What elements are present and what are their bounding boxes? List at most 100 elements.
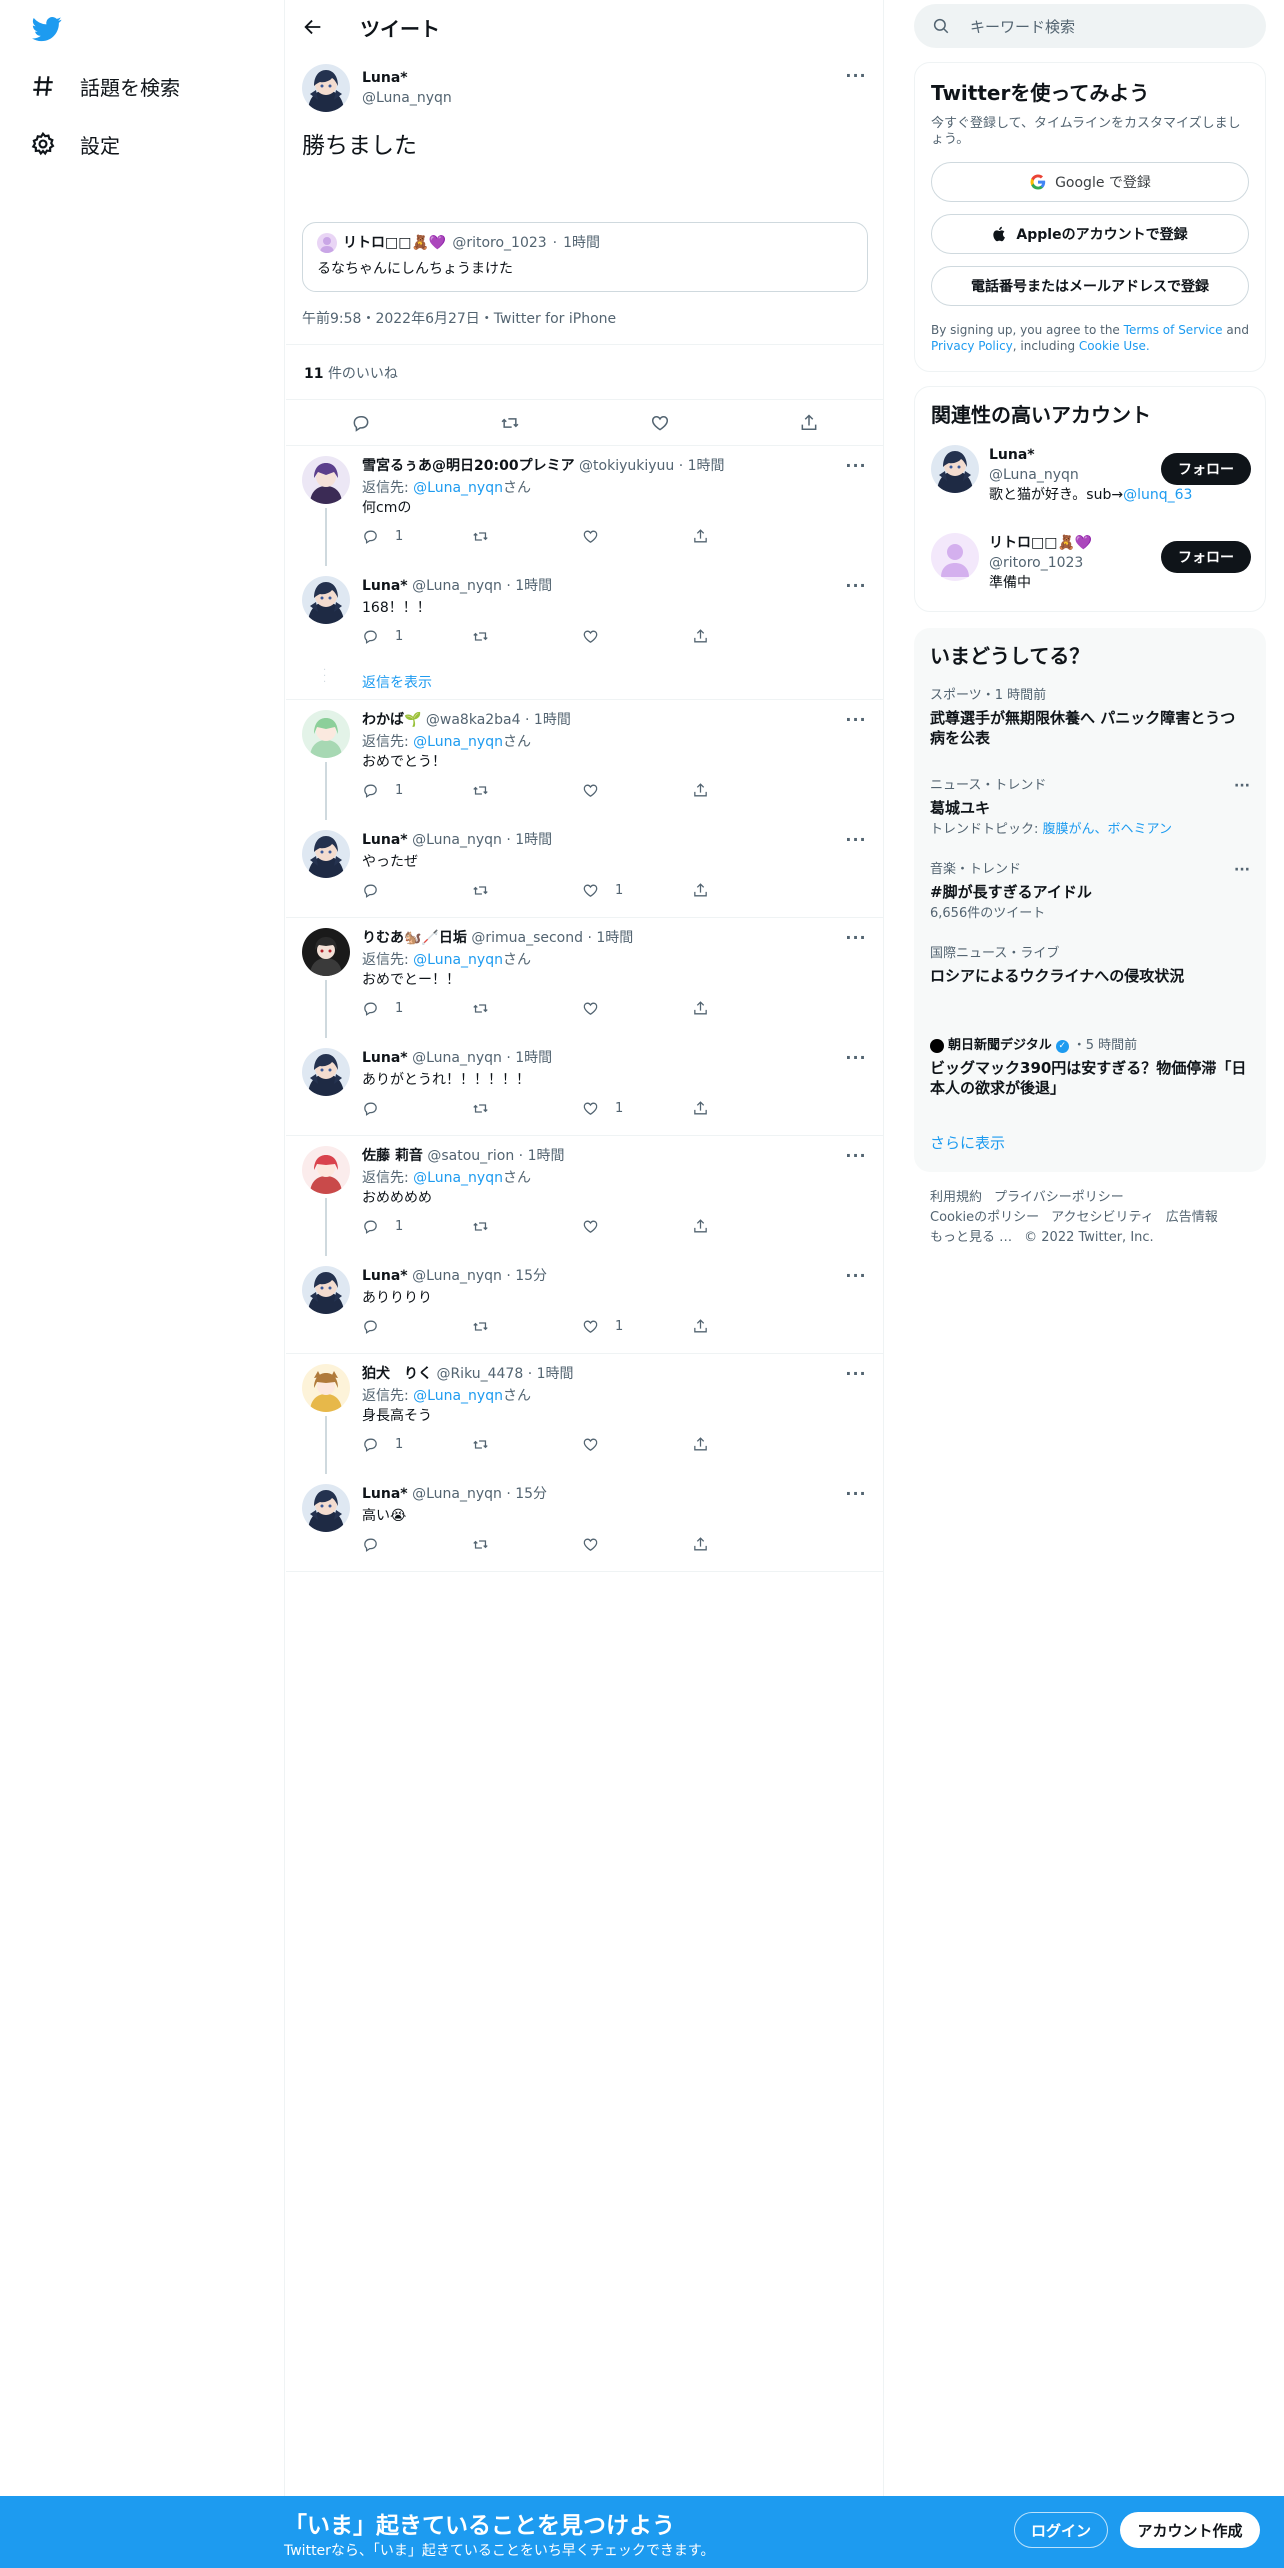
tweet-time[interactable]: 1時間 (537, 1366, 574, 1382)
retweet-button[interactable] (472, 1318, 562, 1335)
author-display-name[interactable]: 雪宮るぅあ@明日20:00プレミア (362, 458, 575, 474)
search-input[interactable]: キーワード検索 (914, 4, 1266, 48)
retweet-button[interactable] (472, 1536, 562, 1553)
reply-tweet[interactable]: 佐藤 莉音 @satou_rion · 1時間 ··· 返信先: @Luna_n… (286, 1136, 883, 1256)
trend-item[interactable]: ニュース・トレンド ··· 葛城ユキ トレンドトピック: 腹膜がん、ボヘミアン (930, 778, 1250, 838)
reply-button[interactable]: 1 (362, 1000, 452, 1017)
reply-button[interactable] (351, 413, 371, 433)
footer-link[interactable]: Cookieのポリシー (930, 1210, 1039, 1225)
author-display-name[interactable]: わかば🌱 (362, 712, 421, 728)
trend-item[interactable]: 音楽・トレンド ··· #脚が長すぎるアイドル 6,656件のツイート (930, 862, 1250, 922)
tweet-time[interactable]: 15分 (515, 1486, 547, 1502)
related-account-handle[interactable]: @ritoro_1023 (989, 555, 1083, 571)
retweet-button[interactable] (472, 528, 562, 545)
share-button[interactable] (692, 782, 782, 799)
retweet-button[interactable] (472, 1218, 562, 1235)
nav-explore[interactable]: 話題を検索 (30, 66, 180, 106)
share-button[interactable] (692, 1000, 782, 1017)
related-account-handle[interactable]: @Luna_nyqn (989, 467, 1079, 483)
author-reply-tweet[interactable]: Luna* @Luna_nyqn · 15分 ··· ありりりり 1 (286, 1256, 883, 1354)
related-account-item[interactable]: Luna* @Luna_nyqn 歌と猫が好き。sub→@lunq_63 フォロ… (931, 445, 1251, 503)
author-display-name[interactable]: りむあ🐿️🦯日垢 (362, 930, 467, 946)
more-options-icon[interactable]: ··· (845, 456, 867, 478)
author-reply-tweet[interactable]: Luna* @Luna_nyqn · 1時間 ··· ありがとうれ！！！！！！ … (286, 1038, 883, 1136)
login-button[interactable]: ログイン (1014, 2512, 1108, 2548)
reply-to-handle[interactable]: @Luna_nyqn (413, 1170, 503, 1186)
tweet-time[interactable]: 1時間 (515, 832, 552, 848)
footer-more-link[interactable]: もっと見る … (930, 1230, 1012, 1245)
like-button[interactable] (650, 413, 670, 433)
avatar[interactable] (302, 830, 350, 878)
reply-button[interactable]: 1 (362, 1436, 452, 1453)
tweet-meta[interactable]: 午前9:58・2022年6月27日・Twitter for iPhone (302, 308, 616, 328)
quoted-tweet[interactable]: リトロ□□🧸💜 @ritoro_1023 · 1時間 るなちゃんにしんちょうまけ… (302, 222, 868, 292)
back-arrow-icon[interactable] (302, 16, 324, 38)
share-button[interactable] (692, 1318, 782, 1335)
share-button[interactable] (799, 413, 819, 433)
avatar[interactable] (302, 1484, 350, 1532)
trend-item[interactable]: スポーツ・1 時間前 武尊選手が無期限休養へ パニック障害とうつ病を公表 (930, 688, 1250, 748)
avatar[interactable] (302, 576, 350, 624)
reply-to-handle[interactable]: @Luna_nyqn (413, 952, 503, 968)
like-button[interactable] (582, 1436, 672, 1453)
privacy-policy-link[interactable]: Privacy Policy (931, 339, 1013, 353)
retweet-button[interactable] (472, 1436, 562, 1453)
like-button[interactable] (582, 628, 672, 645)
author-display-name[interactable]: Luna* (362, 832, 408, 848)
more-options-icon[interactable]: ··· (1234, 862, 1250, 878)
follow-button[interactable]: フォロー (1161, 541, 1251, 573)
cookie-use-link[interactable]: Cookie Use. (1079, 339, 1150, 353)
reply-button[interactable]: 1 (362, 1218, 452, 1235)
author-display-name[interactable]: Luna* (362, 1486, 408, 1502)
reply-button[interactable]: 1 (362, 782, 452, 799)
author-handle[interactable]: @rimua_second (471, 930, 583, 946)
retweet-button[interactable] (472, 628, 562, 645)
like-button[interactable]: 1 (582, 882, 672, 899)
author-reply-tweet[interactable]: Luna* @Luna_nyqn · 1時間 ··· やったぜ 1 (286, 820, 883, 918)
nav-settings[interactable]: 設定 (30, 124, 120, 164)
author-handle[interactable]: @Luna_nyqn (412, 832, 502, 848)
author-reply-tweet[interactable]: Luna* @Luna_nyqn · 1時間 ··· 168！！！ 1 (286, 566, 883, 662)
trend-item[interactable]: 朝日新聞デジタル ✓ ・5 時間前 ビッグマック390円は安すぎる？物価停滞「日… (930, 1038, 1250, 1098)
like-button[interactable] (582, 1536, 672, 1553)
share-button[interactable] (692, 528, 782, 545)
author-handle[interactable]: @tokiyukiyuu (579, 458, 674, 474)
follow-button[interactable]: フォロー (1161, 453, 1251, 485)
show-more-link[interactable]: さらに表示 (930, 1132, 1005, 1153)
avatar[interactable] (302, 1048, 350, 1096)
like-button[interactable] (582, 1000, 672, 1017)
author-handle[interactable]: @wa8ka2ba4 (426, 712, 521, 728)
twitter-logo-icon[interactable] (30, 14, 64, 44)
reply-button[interactable]: 1 (362, 628, 452, 645)
reply-button[interactable]: 1 (362, 528, 452, 545)
author-display-name[interactable]: Luna* (362, 1050, 408, 1066)
reply-button[interactable] (362, 1100, 452, 1117)
reply-to-handle[interactable]: @Luna_nyqn (413, 1388, 503, 1404)
tweet-time[interactable]: 1時間 (596, 930, 633, 946)
share-button[interactable] (692, 882, 782, 899)
terms-of-service-link[interactable]: Terms of Service (1124, 323, 1223, 337)
tweet-time[interactable]: 1時間 (528, 1148, 565, 1164)
related-account-name[interactable]: リトロ□□🧸💜 (989, 535, 1092, 551)
author-display-name[interactable]: Luna* (362, 1268, 408, 1284)
author-display-name[interactable]: 狛犬 りく (362, 1366, 432, 1382)
share-button[interactable] (692, 628, 782, 645)
like-button[interactable] (582, 782, 672, 799)
retweet-button[interactable] (472, 1000, 562, 1017)
create-account-button[interactable]: アカウント作成 (1120, 2512, 1260, 2548)
trend-topic-links[interactable]: 腹膜がん、ボヘミアン (1043, 822, 1172, 837)
avatar[interactable] (302, 1266, 350, 1314)
avatar[interactable] (931, 445, 979, 493)
author-display-name[interactable]: 佐藤 莉音 (362, 1148, 423, 1164)
tweet-time[interactable]: 1時間 (515, 1050, 552, 1066)
footer-link[interactable]: 広告情報 (1166, 1210, 1218, 1225)
reply-tweet[interactable]: わかば🌱 @wa8ka2ba4 · 1時間 ··· 返信先: @Luna_nyq… (286, 700, 883, 820)
footer-link[interactable]: 利用規約 (930, 1190, 982, 1205)
avatar[interactable] (302, 64, 350, 112)
author-display-name[interactable]: Luna* (362, 70, 408, 86)
more-options-icon[interactable]: ··· (845, 1484, 867, 1506)
reply-tweet[interactable]: りむあ🐿️🦯日垢 @rimua_second · 1時間 ··· 返信先: @L… (286, 918, 883, 1038)
retweet-button[interactable] (472, 882, 562, 899)
author-handle[interactable]: @satou_rion (427, 1148, 514, 1164)
more-options-icon[interactable]: ··· (845, 928, 867, 950)
